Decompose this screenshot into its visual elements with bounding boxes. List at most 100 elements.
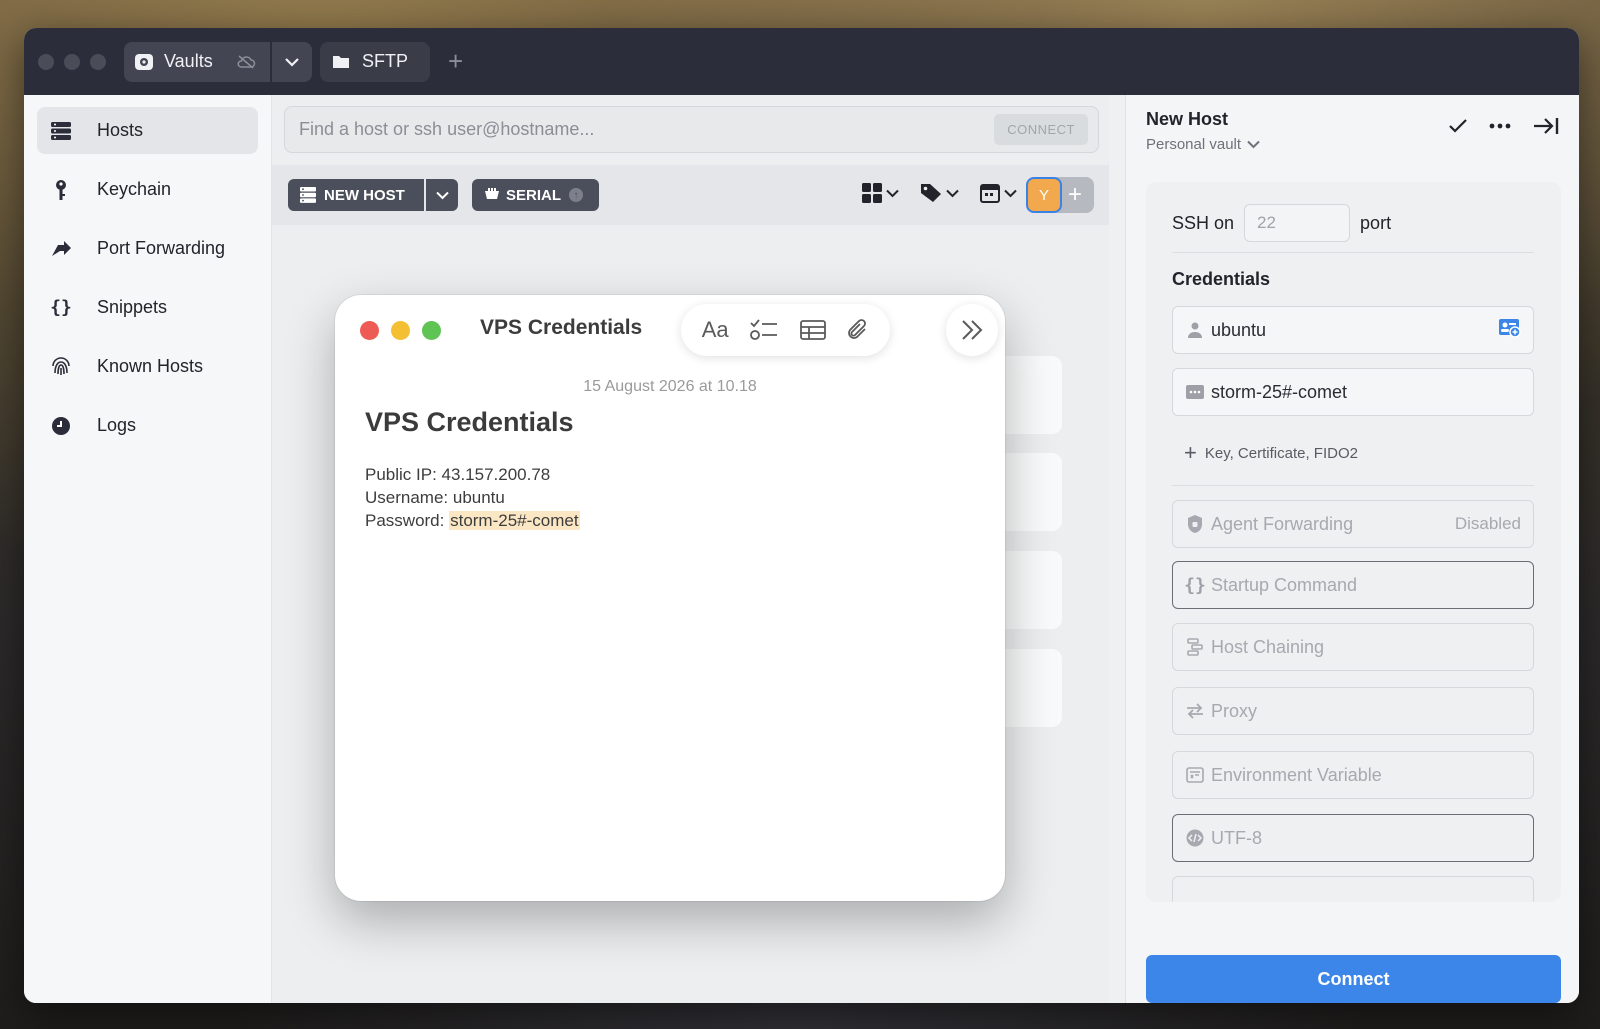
- cloud-off-icon: [237, 54, 256, 69]
- sidebar-item-label: Logs: [97, 415, 137, 435]
- avatar[interactable]: Y: [1026, 177, 1062, 213]
- port-label: port: [1360, 212, 1392, 233]
- checkmark-icon[interactable]: [1449, 119, 1467, 133]
- serial-button[interactable]: SERIAL ↑: [472, 179, 599, 211]
- note-line-password: Password: storm-25#-comet: [365, 509, 580, 532]
- divider: [1172, 485, 1534, 486]
- hosts-icon: [49, 119, 73, 143]
- environment-variable-label: Environment Variable: [1211, 764, 1382, 785]
- environment-variable-field[interactable]: Environment Variable: [1172, 751, 1534, 799]
- vault-selector[interactable]: Personal vault: [1146, 136, 1260, 153]
- ssh-label: SSH on: [1172, 212, 1235, 233]
- port-input[interactable]: 22: [1244, 204, 1351, 242]
- braces-icon: {}: [1184, 574, 1206, 596]
- tags-filter-dropdown[interactable]: [920, 183, 959, 203]
- charset-label: UTF-8: [1211, 827, 1262, 848]
- host-chain-icon: [1185, 638, 1205, 656]
- sort-dropdown[interactable]: [980, 183, 1017, 203]
- plus-icon: +: [1184, 440, 1197, 465]
- agent-forwarding-toggle[interactable]: Agent Forwarding Disabled: [1172, 500, 1534, 548]
- password-value: storm-25#-comet: [1211, 381, 1348, 402]
- chevron-down-icon: [435, 191, 449, 199]
- chevron-down-icon: [946, 189, 959, 197]
- proxy-label: Proxy: [1211, 700, 1258, 721]
- sidebar-item-label: Hosts: [97, 120, 144, 140]
- paperclip-icon[interactable]: [847, 318, 869, 342]
- sidebar-item-logs[interactable]: Logs: [37, 402, 258, 449]
- username-field[interactable]: ubuntu: [1172, 306, 1534, 354]
- port-forwarding-icon: [49, 237, 73, 261]
- sidebar-item-port-forwarding[interactable]: Port Forwarding: [37, 225, 258, 272]
- new-host-label: NEW HOST: [324, 186, 405, 204]
- charset-field[interactable]: UTF-8: [1172, 814, 1534, 862]
- divider: [1172, 252, 1534, 253]
- vault-name: Personal vault: [1146, 136, 1242, 153]
- note-heading: VPS Credentials: [365, 407, 574, 437]
- new-host-dropdown-button[interactable]: [426, 179, 458, 211]
- format-text-button[interactable]: Aa: [702, 317, 729, 343]
- sidebar-item-known-hosts[interactable]: Known Hosts: [37, 343, 258, 390]
- panel-title: New Host: [1146, 109, 1229, 129]
- close-window-button[interactable]: [38, 53, 54, 70]
- new-host-panel: New Host Personal vault SSH on 22 port C…: [1125, 95, 1579, 1003]
- new-tab-button[interactable]: +: [448, 46, 463, 77]
- tag-icon: [921, 184, 941, 202]
- add-key-button[interactable]: + Key, Certificate, FIDO2: [1184, 440, 1358, 466]
- vaults-dropdown-button[interactable]: [272, 41, 312, 82]
- notes-window: VPS Credentials Aa 15 August 2026 at 10.…: [335, 295, 1005, 901]
- host-form: SSH on 22 port Credentials ubuntu storm-…: [1146, 182, 1561, 902]
- connect-button[interactable]: Connect: [1146, 955, 1561, 1003]
- sidebar-item-label: Known Hosts: [97, 356, 204, 376]
- tab-sftp[interactable]: SFTP: [320, 41, 431, 82]
- tab-vaults-label: Vaults: [164, 51, 213, 71]
- agent-forwarding-value: Disabled: [1454, 514, 1521, 533]
- search-placeholder: Find a host or ssh user@hostname...: [299, 119, 595, 139]
- key-icon: [49, 178, 73, 202]
- checklist-icon[interactable]: [750, 319, 778, 341]
- note-body[interactable]: Public IP: 43.157.200.78 Username: ubunt…: [365, 463, 580, 532]
- chevron-down-icon: [1004, 189, 1017, 197]
- fingerprint-icon: [49, 355, 73, 379]
- clock-icon: [49, 414, 73, 438]
- startup-command-field[interactable]: {} Startup Command: [1172, 561, 1534, 609]
- password-field[interactable]: storm-25#-comet: [1172, 368, 1534, 416]
- user-icon: [1185, 322, 1205, 338]
- sidebar-item-snippets[interactable]: {} Snippets: [37, 284, 258, 331]
- host-chaining-field[interactable]: Host Chaining: [1172, 623, 1534, 671]
- expand-toolbar-button[interactable]: [946, 304, 998, 356]
- minimize-window-button[interactable]: [64, 53, 80, 70]
- sidebar-item-keychain[interactable]: Keychain: [37, 166, 258, 213]
- folder-icon: [333, 56, 349, 68]
- note-window-title: VPS Credentials: [480, 316, 643, 339]
- chevron-down-icon: [285, 57, 299, 67]
- serial-port-icon: [485, 188, 499, 199]
- table-icon[interactable]: [799, 320, 826, 340]
- quick-connect-button[interactable]: CONNECT: [994, 114, 1088, 145]
- note-close-button[interactable]: [360, 321, 379, 340]
- note-line-username: Username: ubuntu: [365, 488, 505, 507]
- note-window-controls: [360, 321, 441, 340]
- view-mode-dropdown[interactable]: [862, 183, 899, 203]
- note-zoom-button[interactable]: [422, 321, 441, 340]
- more-options-field[interactable]: [1172, 876, 1534, 902]
- startup-command-label: Startup Command: [1211, 574, 1358, 595]
- collapse-panel-icon[interactable]: [1533, 117, 1559, 135]
- server-icon: [300, 187, 316, 203]
- tab-vaults[interactable]: Vaults: [124, 41, 270, 82]
- info-icon[interactable]: ↑: [569, 188, 584, 202]
- password-highlight: storm-25#-comet: [449, 511, 580, 530]
- note-minimize-button[interactable]: [391, 321, 410, 340]
- identity-picker-icon[interactable]: [1499, 318, 1521, 343]
- password-prefix: Password:: [365, 511, 450, 530]
- search-input[interactable]: Find a host or ssh user@hostname... CONN…: [284, 106, 1099, 153]
- sidebar-item-hosts[interactable]: Hosts: [37, 107, 258, 154]
- agent-forwarding-label: Agent Forwarding: [1211, 513, 1354, 534]
- code-icon: [1185, 829, 1205, 847]
- new-host-button[interactable]: NEW HOST: [288, 179, 424, 211]
- sidebar-item-label: Snippets: [97, 297, 168, 317]
- note-line-ip: Public IP: 43.157.200.78: [365, 465, 551, 484]
- proxy-field[interactable]: Proxy: [1172, 687, 1534, 735]
- zoom-window-button[interactable]: [90, 53, 106, 70]
- double-chevron-right-icon: [962, 320, 983, 340]
- more-icon[interactable]: [1489, 123, 1511, 129]
